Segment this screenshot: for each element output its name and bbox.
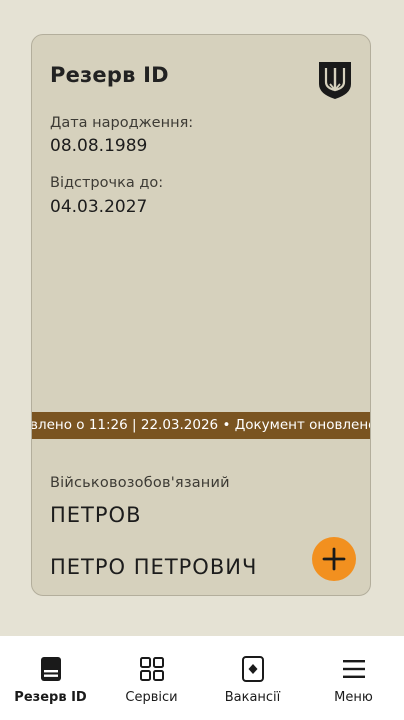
reserve-id-card[interactable]: Резерв ID Дата народження: 08.08.1989 Ві… [31, 34, 371, 596]
surname: ПЕТРОВ [50, 503, 142, 527]
ticker-text: влено о 11:26 | 22.03.2026 • Документ он… [32, 417, 371, 433]
deferral-value: 04.03.2027 [50, 197, 148, 217]
nav-item-reserve-id[interactable]: Резерв ID [0, 636, 101, 720]
add-button[interactable] [312, 537, 356, 581]
plus-icon [322, 547, 346, 571]
birth-date-value: 08.08.1989 [50, 136, 148, 156]
card-title: Резерв ID [50, 63, 169, 87]
trident-emblem-icon [317, 60, 353, 100]
id-card-icon [40, 657, 61, 681]
status-label: Військовозобов'язаний [50, 475, 230, 491]
bottom-navigation: Резерв ID Сервіси Вакансії Меню [0, 636, 404, 720]
deferral-label: Відстрочка до: [50, 175, 164, 191]
nav-item-menu[interactable]: Меню [303, 636, 404, 720]
app-screen: Резерв ID Дата народження: 08.08.1989 Ві… [0, 0, 404, 720]
nav-label-vacancies: Вакансії [224, 690, 281, 705]
nav-label-services: Сервіси [125, 690, 178, 705]
given-names: ПЕТРО ПЕТРОВИЧ [50, 555, 258, 579]
vacancy-card-icon [241, 656, 264, 682]
hamburger-menu-icon [342, 660, 365, 678]
nav-item-vacancies[interactable]: Вакансії [202, 636, 303, 720]
grid-icon [139, 657, 164, 681]
nav-item-services[interactable]: Сервіси [101, 636, 202, 720]
nav-label-menu: Меню [334, 690, 373, 705]
birth-date-label: Дата народження: [50, 115, 194, 131]
document-updated-ticker: влено о 11:26 | 22.03.2026 • Документ он… [32, 412, 371, 439]
nav-label-reserve-id: Резерв ID [14, 690, 87, 705]
